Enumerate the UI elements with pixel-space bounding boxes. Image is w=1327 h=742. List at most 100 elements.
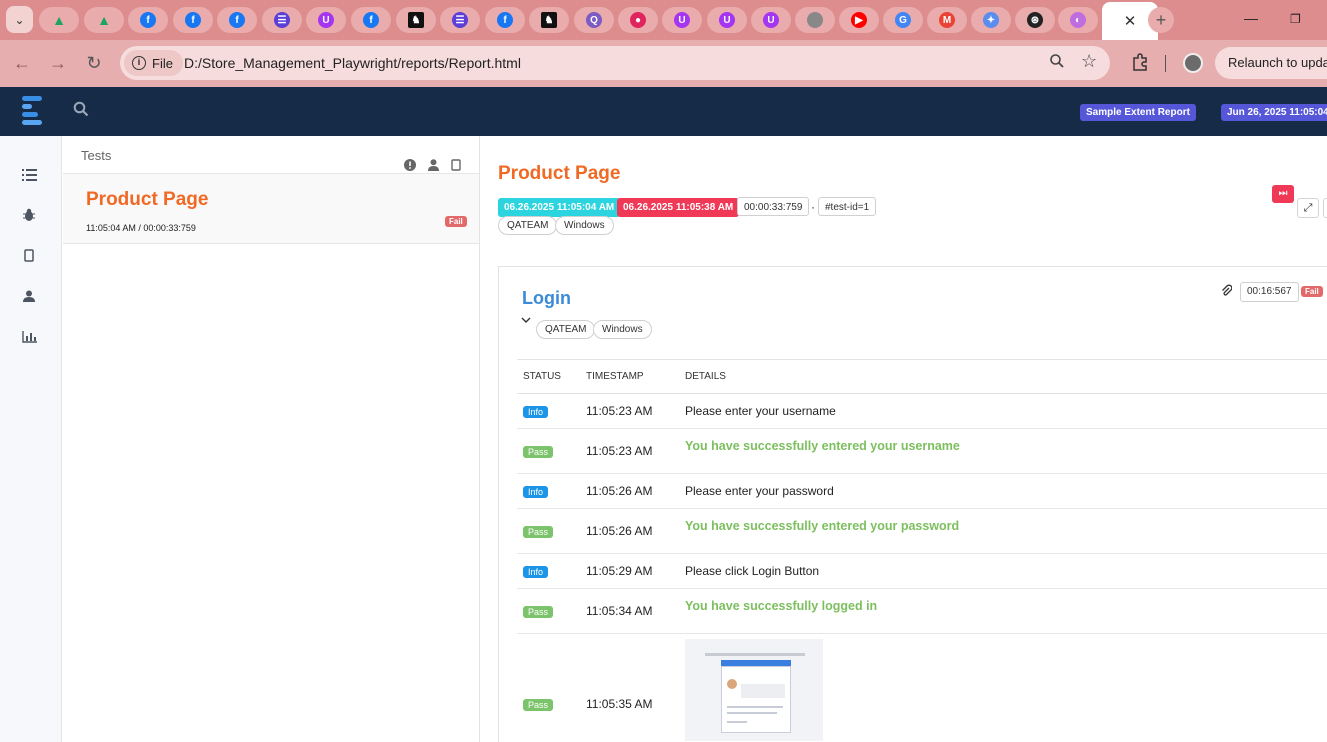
dashboard-chart-icon[interactable] bbox=[21, 331, 37, 346]
browser-tab[interactable]: ● bbox=[618, 7, 658, 33]
tablet-icon[interactable] bbox=[21, 249, 37, 265]
browser-tab[interactable]: f bbox=[128, 7, 168, 33]
author-user-icon[interactable] bbox=[21, 290, 37, 305]
facebook-icon: f bbox=[497, 12, 513, 28]
test-list-item[interactable]: Product Page 11:05:04 AM / 00:00:33:759 … bbox=[63, 174, 479, 244]
log-status-badge: Pass bbox=[523, 606, 554, 618]
fast-forward-icon[interactable]: ⏭ bbox=[1272, 185, 1294, 203]
reload-icon[interactable]: ↻ bbox=[83, 53, 105, 74]
game-icon: ♞ bbox=[541, 12, 557, 28]
test-item-status-badge: Fail bbox=[445, 216, 467, 227]
browser-tab[interactable]: M bbox=[927, 7, 967, 33]
browser-tab[interactable]: U bbox=[751, 7, 791, 33]
separator-dot: · bbox=[811, 200, 815, 214]
browser-tab[interactable]: f bbox=[351, 7, 391, 33]
log-status-cell: Info bbox=[517, 553, 580, 589]
profile-avatar-icon[interactable] bbox=[1183, 53, 1203, 73]
back-icon[interactable]: ← bbox=[11, 53, 33, 74]
screenshot-thumbnail[interactable] bbox=[685, 639, 823, 741]
minimize-icon[interactable]: — bbox=[1244, 10, 1258, 26]
browser-tab[interactable]: ☰ bbox=[440, 7, 480, 33]
browser-tab[interactable]: U bbox=[707, 7, 747, 33]
log-row: Pass 11:05:23 AM You have successfully ent… bbox=[517, 428, 1327, 474]
paperclip-icon bbox=[1221, 284, 1233, 300]
browser-tab[interactable]: U bbox=[662, 7, 702, 33]
log-details bbox=[679, 633, 1327, 742]
new-tab-button[interactable]: + bbox=[1148, 7, 1174, 33]
node-device-tag[interactable]: Windows bbox=[593, 320, 652, 339]
collapse-button[interactable] bbox=[1323, 198, 1327, 218]
log-status-cell: Pass bbox=[517, 633, 580, 742]
forward-icon[interactable]: → bbox=[47, 53, 69, 74]
log-details: Please click Login Button bbox=[679, 553, 1327, 589]
chevron-down-icon[interactable] bbox=[521, 316, 531, 327]
column-timestamp: TIMESTAMP bbox=[580, 359, 679, 394]
bug-icon[interactable] bbox=[21, 208, 37, 225]
log-message: You have successfully entered your passw… bbox=[685, 519, 960, 533]
zoom-icon[interactable] bbox=[1049, 53, 1065, 74]
log-status-badge: Info bbox=[523, 486, 549, 498]
browser-tab[interactable]: ♞ bbox=[396, 7, 436, 33]
browser-tab[interactable]: ☰ bbox=[262, 7, 302, 33]
game-icon: ♞ bbox=[408, 12, 424, 28]
browser-tab[interactable] bbox=[795, 7, 835, 33]
log-timestamp: 11:05:35 AM bbox=[580, 633, 679, 742]
browser-tab[interactable]: G bbox=[883, 7, 923, 33]
log-timestamp: 11:05:23 AM bbox=[580, 393, 679, 429]
node-category-tag[interactable]: QATEAM bbox=[536, 320, 596, 339]
restore-icon[interactable]: ❐ bbox=[1290, 12, 1301, 26]
close-tab-icon[interactable]: ✕ bbox=[1124, 12, 1137, 30]
expand-icon[interactable]: ⤢ bbox=[1297, 198, 1319, 218]
log-message: Please enter your password bbox=[685, 484, 834, 498]
log-row: Info 11:05:29 AM Please click Login Button bbox=[517, 553, 1327, 589]
column-status: STATUS bbox=[517, 359, 580, 394]
toolbar-divider bbox=[1165, 55, 1166, 72]
browser-tab[interactable]: U bbox=[306, 7, 346, 33]
address-bar[interactable]: i File D:/Store_Management_Playwright/re… bbox=[120, 46, 1110, 80]
browser-tab[interactable]: ⊛ bbox=[1015, 7, 1055, 33]
browser-tab[interactable]: ◐ bbox=[1058, 7, 1098, 33]
browser-tab[interactable]: ♞ bbox=[529, 7, 569, 33]
device-tag[interactable]: Windows bbox=[555, 216, 614, 235]
relaunch-button[interactable]: Relaunch to update bbox=[1215, 47, 1327, 79]
info-icon: i bbox=[132, 56, 146, 70]
category-tag[interactable]: QATEAM bbox=[498, 216, 558, 235]
url-text[interactable]: D:/Store_Management_Playwright/reports/R… bbox=[184, 55, 521, 71]
extensions-icon[interactable] bbox=[1129, 53, 1151, 76]
log-status-cell: Info bbox=[517, 473, 580, 509]
browser-tab[interactable]: Q bbox=[574, 7, 614, 33]
gmail-icon: M bbox=[939, 12, 955, 28]
browser-tab[interactable]: f bbox=[485, 7, 525, 33]
profile-icon: ● bbox=[630, 12, 646, 28]
udemy-icon: U bbox=[318, 12, 334, 28]
browser-tab[interactable]: ▶ bbox=[839, 7, 879, 33]
test-view-list-icon[interactable] bbox=[21, 169, 37, 184]
browser-tab[interactable]: f bbox=[217, 7, 257, 33]
node-card: Login QATEAM Windows 00:16:567 Fail STAT… bbox=[498, 266, 1327, 742]
log-row: Info 11:05:23 AM Please enter your usernam… bbox=[517, 393, 1327, 429]
google-drive-icon: ▲ bbox=[52, 12, 66, 28]
tab-search-menu-icon[interactable]: ⌄ bbox=[6, 6, 33, 33]
search-icon: Q bbox=[586, 12, 602, 28]
log-status-cell: Pass bbox=[517, 508, 580, 554]
bookmark-star-icon[interactable]: ☆ bbox=[1081, 51, 1097, 72]
site-info-chip[interactable]: i File bbox=[124, 50, 183, 76]
browser-tab[interactable]: ▲ bbox=[84, 7, 124, 33]
extent-logo-icon[interactable] bbox=[22, 96, 44, 126]
file-chip-label: File bbox=[152, 55, 173, 71]
log-timestamp: 11:05:34 AM bbox=[580, 588, 679, 634]
test-detail-panel: Product Page 06.26.2025 11:05:04 AM 06.2… bbox=[481, 136, 1327, 742]
test-list-panel: Tests Product Page 11:05:04 AM / 00:00:3… bbox=[63, 136, 480, 742]
browser-tab[interactable]: f bbox=[173, 7, 213, 33]
log-status-badge: Info bbox=[523, 406, 549, 418]
search-icon[interactable] bbox=[73, 101, 89, 117]
browser-tab[interactable]: ✦ bbox=[971, 7, 1011, 33]
end-time-badge: 06.26.2025 11:05:38 AM bbox=[617, 198, 740, 217]
node-title[interactable]: Login bbox=[522, 288, 571, 309]
gemini-icon: ✦ bbox=[983, 12, 999, 28]
log-timestamp: 11:05:23 AM bbox=[580, 428, 679, 474]
google-drive-icon: ▲ bbox=[97, 12, 111, 28]
browser-tab[interactable]: ▲ bbox=[39, 7, 79, 33]
test-list-heading: Tests bbox=[81, 148, 112, 163]
log-status-cell: Pass bbox=[517, 588, 580, 634]
